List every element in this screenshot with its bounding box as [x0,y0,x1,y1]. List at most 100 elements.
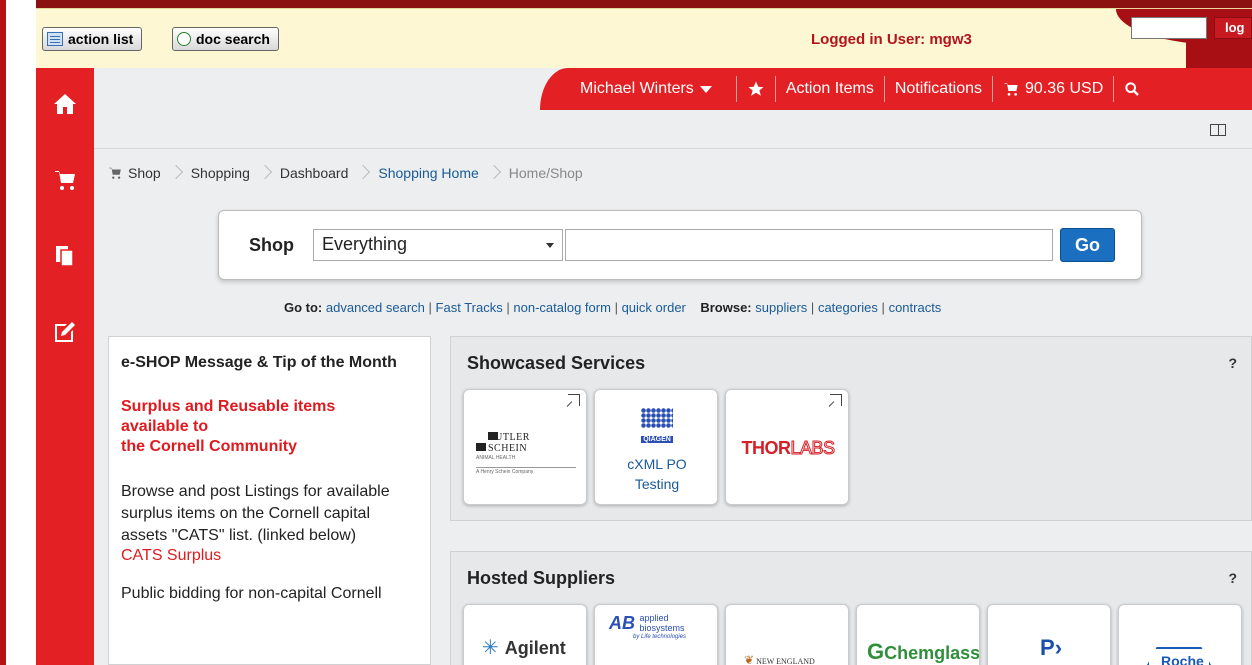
dropdown-caret-icon [546,243,554,248]
new-england-biolabs-logo: ❦ NEW ENGLAND [744,653,815,665]
logo-subtext: A Henry Schein Company [476,469,534,475]
external-link-icon [830,394,842,406]
sidebar-item-edit[interactable] [36,312,94,352]
sidebar-item-documents[interactable] [36,236,94,276]
search-icon [1125,82,1140,96]
logo-text: AB [609,613,635,633]
user-menu[interactable]: Michael Winters [580,80,712,98]
logout-button[interactable]: log [1214,17,1252,39]
breadcrumb-shop[interactable]: Shop [108,165,161,181]
supplier-card-agilent[interactable]: ✳ Agilent [463,604,587,665]
doc-search-icon [177,32,191,46]
logo-text: QIAGEN [641,436,673,443]
advanced-search-link[interactable]: advanced search [326,300,425,315]
quick-order-link[interactable]: quick order [622,300,686,315]
card-label: cXML PO [627,456,687,472]
chevron-right-icon [358,164,368,182]
external-link-icon [568,394,580,406]
applied-biosystems-logo: AB applied biosystems by Life technologie… [609,613,686,640]
header-divider [735,76,737,102]
fast-tracks-link[interactable]: Fast Tracks [436,300,503,315]
action-list-label: action list [68,31,134,47]
window-top-border [0,0,1252,8]
logo-text: Chemglass [884,643,980,663]
list-icon [47,32,63,46]
supplier-card-roche[interactable]: Roche [1118,604,1242,665]
action-list-button[interactable]: action list [42,27,143,51]
favorites-button[interactable] [747,80,765,98]
logo-text: applied [639,613,669,623]
logo-text: Agilent [504,638,566,658]
cart-total-button[interactable]: 90.36 USD [1003,80,1103,98]
contracts-link[interactable]: contracts [889,300,942,315]
logo-text: P [1040,635,1055,660]
supplier-card-p[interactable]: P› [987,604,1111,665]
non-catalog-form-link[interactable]: non-catalog form [513,300,611,315]
logo-text: NEW ENGLAND [756,657,815,665]
suppliers-link[interactable]: suppliers [755,300,807,315]
breadcrumb-current: Home/Shop [508,165,583,181]
showcased-services-panel: Showcased Services ? BUTLER SCHEIN ANIMA… [450,336,1252,521]
thorlabs-logo: THORLABS [726,438,850,459]
breadcrumb-dashboard[interactable]: Dashboard [280,165,349,181]
go-button[interactable]: Go [1060,228,1115,262]
header-divider [883,76,885,102]
showcased-title: Showcased Services [467,353,646,373]
roche-logo: Roche [1161,653,1204,665]
notifications-link[interactable]: Notifications [895,80,982,98]
search-button[interactable] [1124,81,1140,97]
header-bar: Michael Winters Action Items Notificatio… [540,68,1252,110]
doc-search-label: doc search [196,31,270,47]
help-icon[interactable]: ? [1228,355,1237,371]
service-card-thorlabs[interactable]: THORLABS [725,389,849,505]
message-body: Browse and post Listings for available s… [121,483,390,544]
logo-text: LABS [790,438,836,459]
sidebar-item-cart[interactable] [36,160,94,200]
documents-icon [56,246,74,267]
action-items-link[interactable]: Action Items [786,80,874,98]
logo-text: biosystems [639,623,685,633]
chevron-right-icon [260,164,270,182]
chemglass-logo: GChemglass [867,639,980,664]
cart-total: 90.36 USD [1025,80,1104,97]
logo-subtext: by Life technologies [633,634,687,640]
supplier-card-chemglass[interactable]: GChemglass [856,604,980,665]
book-icon[interactable] [1210,124,1226,136]
help-icon[interactable]: ? [1228,570,1237,586]
chevron-right-icon [489,164,499,182]
goto-links: Go to: advanced search | Fast Tracks | n… [284,300,942,315]
sidebar-item-home[interactable] [36,84,94,124]
shop-scope-select[interactable]: Everything [313,229,563,261]
categories-link[interactable]: categories [818,300,878,315]
logo-text: THOR [741,438,791,458]
service-card-butler-schein[interactable]: BUTLER SCHEIN ANIMAL HEALTH A Henry Sche… [463,389,587,505]
window-left-margin [0,0,36,665]
browse-label: Browse: [700,300,752,315]
logo-subtext: ANIMAL HEALTH [476,455,516,461]
cart-icon [109,167,121,179]
header-divider [774,76,776,102]
header-separator [94,148,1252,149]
service-card-cxml-po-testing[interactable]: QIAGEN cXML PO Testing [594,389,718,505]
user-name: Michael Winters [580,80,694,97]
breadcrumb-shopping-home[interactable]: Shopping Home [378,165,478,181]
shop-search-input[interactable] [565,229,1053,261]
supplier-card-applied-biosystems[interactable]: AB applied biosystems by Life technologie… [594,604,718,665]
main-area: Michael Winters Action Items Notificatio… [94,68,1252,665]
cart-icon [1004,83,1018,96]
butler-schein-logo: BUTLER SCHEIN ANIMAL HEALTH A Henry Sche… [476,432,576,475]
shop-label: Shop [249,235,294,255]
header-divider [992,76,993,102]
highlight-line: Surplus and Reusable items [121,398,336,415]
cats-surplus-link[interactable]: CATS Surplus [121,547,418,565]
breadcrumb-shopping[interactable]: Shopping [191,165,250,181]
doc-search-button[interactable]: doc search [172,27,279,51]
hosted-title: Hosted Suppliers [467,568,616,588]
sub-toolbar [1210,124,1226,139]
backdoor-id-input[interactable] [1131,17,1207,39]
caret-down-icon [699,85,712,93]
chevron-right-icon [171,164,181,182]
card-label: Testing [634,476,680,492]
sidebar [36,68,94,665]
supplier-card-new-england-biolabs[interactable]: ❦ NEW ENGLAND [725,604,849,665]
